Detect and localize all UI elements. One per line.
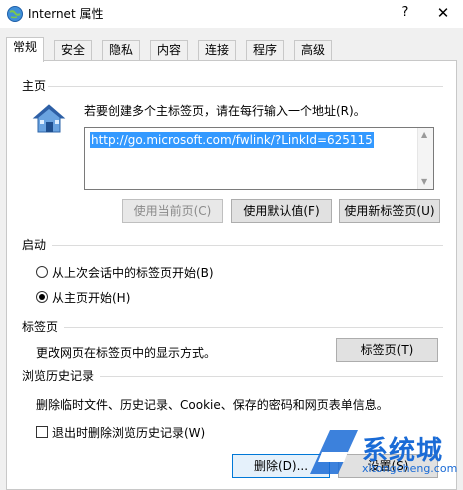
title-bar: Internet 属性 ? ✕ xyxy=(0,0,463,28)
window-title: Internet 属性 xyxy=(28,7,104,21)
help-button[interactable]: ? xyxy=(392,2,418,24)
divider xyxy=(48,86,443,87)
divider xyxy=(52,245,443,246)
section-startup: 启动 xyxy=(22,238,47,252)
section-tabs: 标签页 xyxy=(22,320,59,334)
home-icon xyxy=(32,104,66,133)
divider xyxy=(100,376,443,377)
home-url-text: http://go.microsoft.com/fwlink/?LinkId=6… xyxy=(90,132,374,148)
tabs-settings-button[interactable]: 标签页(T) xyxy=(336,338,438,362)
scroll-down-icon[interactable]: ▼ xyxy=(421,177,427,186)
radio-last-session[interactable] xyxy=(36,266,48,278)
tab-connections[interactable]: 连接 xyxy=(198,40,237,61)
tabs-description: 更改网页在标签页中的显示方式。 xyxy=(36,346,217,360)
divider xyxy=(64,327,443,328)
history-description: 删除临时文件、历史记录、Cookie、保存的密码和网页表单信息。 xyxy=(36,398,389,412)
url-scrollbar[interactable]: ▲ ▼ xyxy=(417,128,433,189)
globe-icon xyxy=(7,6,23,22)
delete-on-exit-checkbox[interactable] xyxy=(36,426,48,438)
radio-home-page[interactable] xyxy=(36,291,48,303)
close-button[interactable]: ✕ xyxy=(430,2,456,24)
use-current-button[interactable]: 使用当前页(C) xyxy=(122,199,223,223)
watermark-subtext: xitongcheng.com xyxy=(362,462,458,475)
radio-last-session-label[interactable]: 从上次会话中的标签页开始(B) xyxy=(52,264,214,281)
delete-on-exit-label[interactable]: 退出时删除浏览历史记录(W) xyxy=(52,424,205,441)
use-default-button[interactable]: 使用默认值(F) xyxy=(231,199,332,223)
section-history: 浏览历史记录 xyxy=(22,369,95,383)
tab-security[interactable]: 安全 xyxy=(54,40,93,61)
tab-content[interactable]: 内容 xyxy=(150,40,189,61)
scroll-up-icon[interactable]: ▲ xyxy=(421,130,427,139)
tab-advanced[interactable]: 高级 xyxy=(294,40,333,61)
home-url-textarea[interactable]: http://go.microsoft.com/fwlink/?LinkId=6… xyxy=(84,127,434,190)
section-home: 主页 xyxy=(22,79,47,93)
home-instruction: 若要创建多个主标签页，请在每行输入一个地址(R)。 xyxy=(84,104,366,118)
tab-privacy[interactable]: 隐私 xyxy=(102,40,141,61)
use-new-tab-button[interactable]: 使用新标签页(U) xyxy=(339,199,440,223)
tab-programs[interactable]: 程序 xyxy=(246,40,285,61)
radio-home-page-label[interactable]: 从主页开始(H) xyxy=(52,289,130,306)
tab-general[interactable]: 常规 xyxy=(6,37,45,62)
